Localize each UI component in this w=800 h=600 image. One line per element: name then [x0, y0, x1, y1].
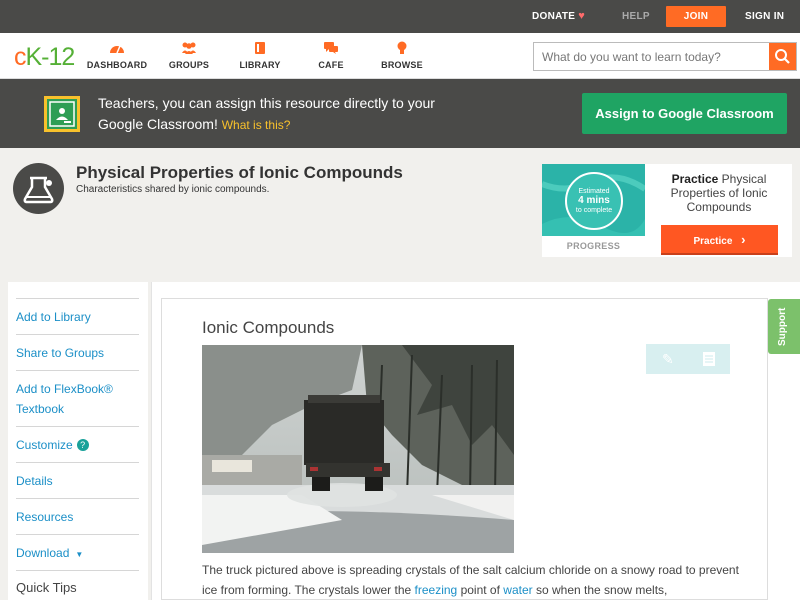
practice-description: Practice Physical Properties of Ionic Co…	[658, 172, 780, 214]
search-box	[533, 42, 797, 71]
browse-icon	[367, 41, 437, 55]
salt-truck-photo	[202, 345, 514, 553]
heart-icon: ♥	[578, 10, 586, 22]
quick-tips-heading: Quick Tips	[16, 580, 77, 595]
chemistry-flask-icon	[13, 163, 64, 214]
help-icon[interactable]: ?	[76, 439, 89, 451]
add-to-flexbook-label: Add to FlexBook®	[16, 382, 113, 396]
add-to-library-link[interactable]: Add to Library	[16, 298, 139, 334]
donate-link[interactable]: DONATE ♥	[532, 0, 585, 33]
sign-in-link[interactable]: SIGN IN	[745, 0, 784, 33]
search-button[interactable]	[769, 43, 796, 70]
page-subtitle: Characteristics shared by ionic compound…	[76, 184, 270, 195]
chevron-right-icon: ›	[741, 232, 746, 247]
estimate-panel: Estimated 4 mins to complete	[542, 164, 645, 236]
details-link[interactable]: Details	[16, 462, 139, 498]
practice-card: Estimated 4 mins to complete PROGRESS Pr…	[542, 164, 792, 257]
notes-icon[interactable]	[702, 351, 716, 370]
practice-button-label: Practice	[693, 236, 733, 247]
google-classroom-icon	[44, 96, 80, 132]
nav-library-label: LIBRARY	[239, 60, 281, 70]
help-link[interactable]: HELP	[622, 0, 650, 33]
download-link[interactable]: Download ▼	[16, 534, 139, 570]
main-nav: cK-12 DASHBOARD GROUPS LIBRARY CAFE BROW…	[0, 33, 800, 79]
add-to-library-label: Add to Library	[16, 310, 91, 324]
nav-browse[interactable]: BROWSE	[367, 41, 437, 70]
nav-dashboard-label: DASHBOARD	[86, 60, 148, 70]
annotation-toolbar: ✎	[646, 344, 730, 374]
library-icon	[225, 41, 295, 55]
ck12-logo[interactable]: cK-12	[14, 43, 76, 72]
details-label: Details	[16, 474, 53, 488]
flexbook-textbook-label: Textbook	[16, 402, 65, 416]
search-input[interactable]	[534, 43, 770, 70]
resources-label: Resources	[16, 510, 74, 524]
paragraph-text-2: point of	[460, 583, 500, 597]
logo-rest: K-12	[25, 43, 76, 71]
download-label: Download	[16, 546, 70, 560]
search-icon	[775, 49, 790, 64]
progress-label: PROGRESS	[566, 241, 621, 251]
banner-text: Teachers, you can assign this resource d…	[98, 93, 458, 136]
practice-button[interactable]: Practice ›	[661, 225, 778, 255]
nav-dashboard[interactable]: DASHBOARD	[82, 41, 152, 70]
add-to-flexbook-link[interactable]: Add to FlexBook® Textbook	[16, 370, 139, 426]
nav-cafe-label: CAFE	[318, 60, 344, 70]
top-utility-bar: DONATE ♥ HELP JOIN SIGN IN	[0, 0, 800, 33]
caret-down-icon: ▼	[75, 550, 84, 559]
freezing-link[interactable]: freezing	[415, 583, 458, 597]
nav-groups-label: GROUPS	[168, 60, 210, 70]
join-button[interactable]: JOIN	[666, 6, 726, 27]
share-to-groups-label: Share to Groups	[16, 346, 105, 360]
support-tab[interactable]: Support	[768, 299, 800, 354]
what-is-this-link[interactable]: What is this?	[222, 118, 291, 132]
support-label: Support	[777, 307, 788, 346]
sidebar-divider	[16, 570, 139, 571]
estimated-label: Estimated	[578, 188, 610, 195]
share-to-groups-link[interactable]: Share to Groups	[16, 334, 139, 370]
cafe-icon	[296, 41, 366, 55]
dashboard-icon	[82, 41, 152, 55]
logo-c: c	[14, 43, 26, 71]
assign-google-classroom-button[interactable]: Assign to Google Classroom	[582, 93, 787, 134]
pencil-icon[interactable]: ✎	[662, 351, 674, 367]
nav-browse-label: BROWSE	[381, 60, 423, 70]
nav-library[interactable]: LIBRARY	[225, 41, 295, 70]
customize-label: Customize	[16, 438, 73, 452]
google-classroom-banner: Teachers, you can assign this resource d…	[0, 79, 800, 148]
lesson-paragraph: The truck pictured above is spreading cr…	[202, 560, 742, 600]
estimate-circle: Estimated 4 mins to complete	[565, 172, 623, 230]
to-complete-label: to complete	[575, 207, 613, 214]
groups-icon	[154, 41, 224, 55]
water-link[interactable]: water	[503, 583, 532, 597]
customize-link[interactable]: Customize?	[16, 426, 139, 462]
practice-bold: Practice	[671, 172, 719, 186]
page-title: Physical Properties of Ionic Compounds	[76, 163, 403, 182]
estimated-minutes: 4 mins	[578, 195, 610, 206]
nav-cafe[interactable]: CAFE	[296, 41, 366, 70]
resources-link[interactable]: Resources	[16, 498, 139, 534]
paragraph-text-3: so when the snow melts,	[535, 583, 668, 597]
donate-label: DONATE	[532, 11, 576, 22]
nav-groups[interactable]: GROUPS	[154, 41, 224, 70]
section-title: Ionic Compounds	[202, 318, 335, 337]
